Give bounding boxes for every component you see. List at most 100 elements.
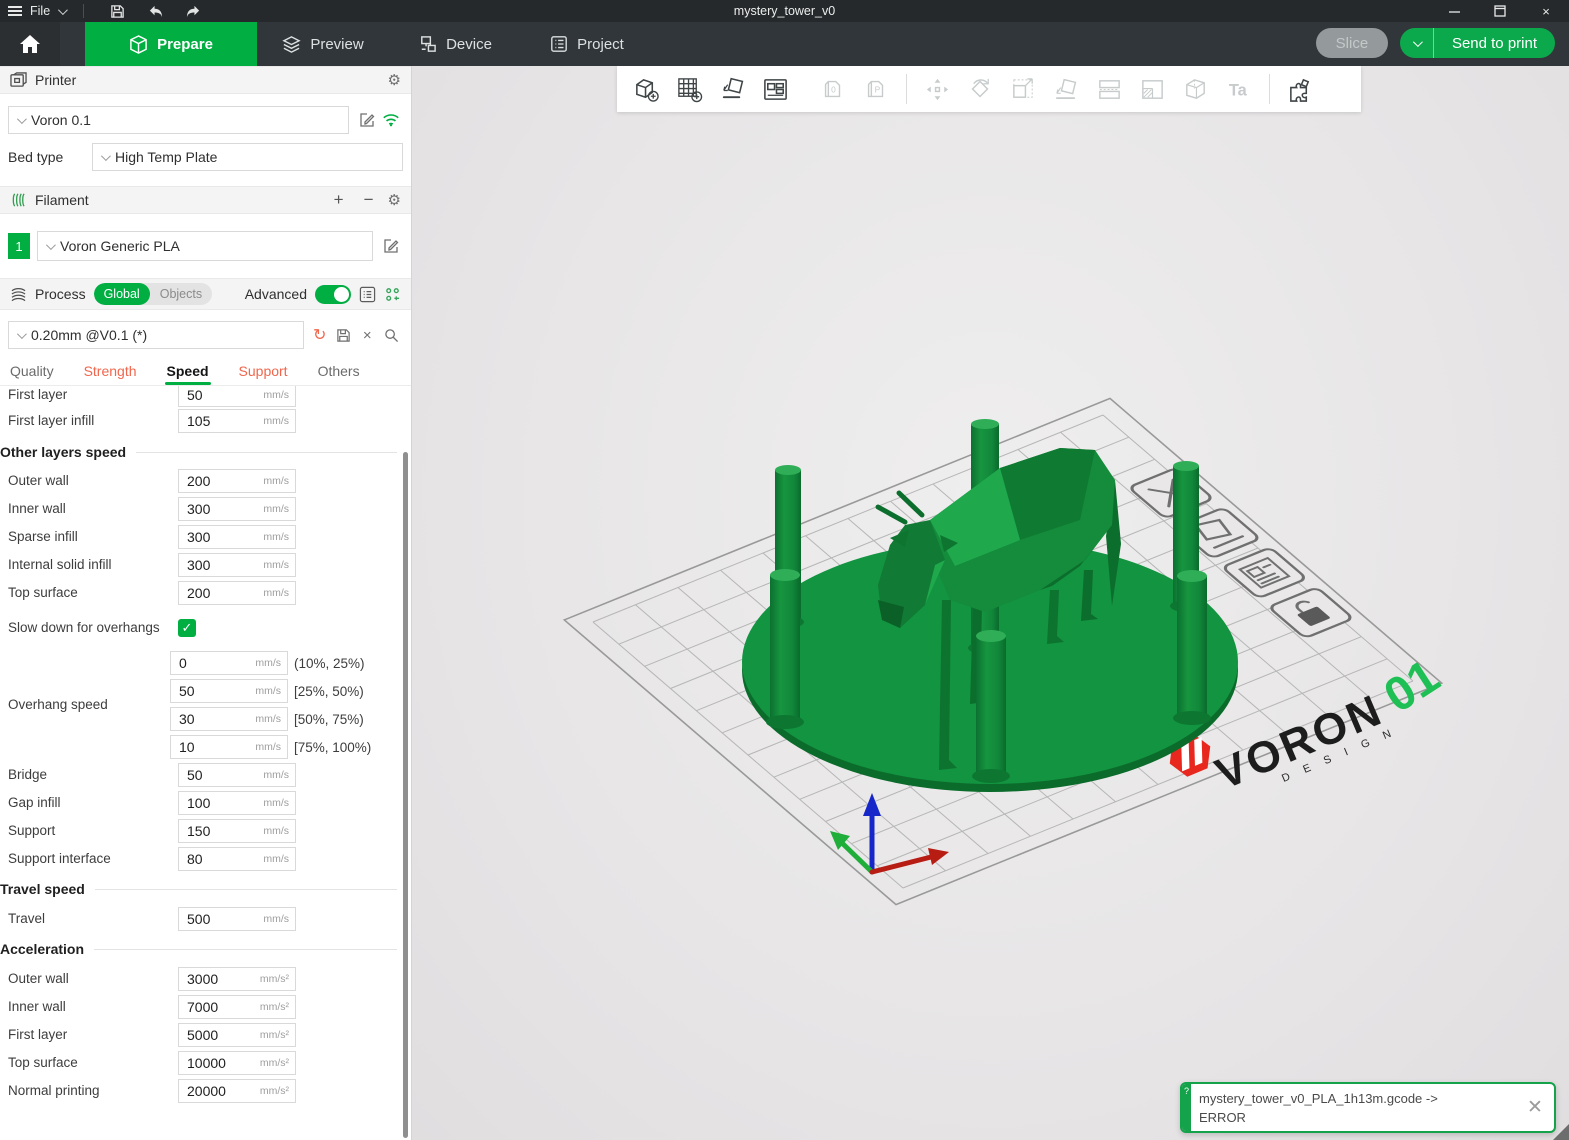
save-button[interactable] [102,0,132,22]
file-menu[interactable]: File [30,4,50,18]
tab-preview[interactable]: Preview [257,22,389,66]
add-text-button[interactable]: Ta [1217,69,1260,109]
support-interface-speed-input[interactable]: 80mm/s [178,847,296,871]
svg-text:Ta: Ta [1229,81,1248,99]
paste-button[interactable]: P [854,69,897,109]
printer-icon [10,72,27,88]
reset-profile-button[interactable]: ↻ [308,323,332,347]
clear-profile-button[interactable]: × [355,323,379,347]
inner-wall-speed-input[interactable]: 300mm/s [178,497,296,521]
lay-on-face-button[interactable] [1045,69,1088,109]
overhang-speed-3-input[interactable]: 30mm/s [170,707,288,731]
scope-global[interactable]: Global [94,283,150,305]
overhang-speed-1-input[interactable]: 0mm/s [170,651,288,675]
first-layer-infill-speed-input[interactable]: 105mm/s [178,409,296,433]
tab-others[interactable]: Others [318,363,360,385]
travel-speed-input[interactable]: 500mm/s [178,907,296,931]
process-section-header: Process Global Objects Advanced [0,278,411,310]
auto-orient-button[interactable] [711,69,754,109]
outer-wall-accel-input[interactable]: 3000mm/s² [178,967,296,991]
toast-close-button[interactable]: ✕ [1516,1084,1554,1131]
window-title: mystery_tower_v0 [0,4,1569,18]
chevron-down-icon[interactable] [58,5,68,15]
search-settings-button[interactable] [379,323,403,347]
arrange-button[interactable] [754,69,797,109]
assembly-button[interactable] [1279,69,1322,109]
top-surface-speed-input[interactable]: 200mm/s [178,581,296,605]
minimize-button[interactable] [1431,0,1477,22]
parameter-list-icon[interactable] [359,286,376,303]
plate-delete-icon[interactable] [1129,468,1214,519]
tab-device[interactable]: Device [389,22,521,66]
support-speed-input[interactable]: 150mm/s [178,819,296,843]
sparse-infill-speed-input[interactable]: 300mm/s [178,525,296,549]
bed-type-select[interactable]: High Temp Plate [92,143,403,171]
rotate-button[interactable] [959,69,1002,109]
split-to-objects-button[interactable] [1088,69,1131,109]
menu-icon[interactable] [8,4,22,18]
outer-wall-speed-input[interactable]: 200mm/s [178,469,296,493]
internal-solid-infill-speed-input[interactable]: 300mm/s [178,553,296,577]
tab-quality[interactable]: Quality [10,363,54,385]
split-to-objects-icon [1096,76,1123,103]
first-layer-speed-input[interactable]: 50mm/s [178,385,296,407]
scale-icon [1010,76,1037,103]
normal-printing-accel-input[interactable]: 20000mm/s² [178,1079,296,1103]
home-button[interactable] [0,22,60,66]
slice-button[interactable]: Slice [1316,28,1388,58]
printer-section-header: Printer ⚙ [0,66,411,94]
plate-lock-icon[interactable] [1268,587,1353,638]
save-profile-button[interactable] [332,323,356,347]
remove-filament-button[interactable]: − [358,190,380,210]
tab-speed[interactable]: Speed [167,363,209,385]
tab-support[interactable]: Support [239,363,288,385]
printer-connection-button[interactable] [379,108,403,132]
process-profile-select[interactable]: 0.20mm @V0.1 (*) [8,321,304,349]
gcode-error-toast: ? mystery_tower_v0_PLA_1h13m.gcode -> ER… [1180,1082,1556,1133]
process-scope-toggle[interactable]: Global Objects [94,283,213,305]
advanced-toggle[interactable] [315,285,351,304]
tab-prepare[interactable]: Prepare [85,22,257,66]
section-acceleration: Acceleration [0,933,411,965]
printer-settings-gear-icon[interactable]: ⚙ [388,71,401,89]
filament-settings-gear-icon[interactable]: ⚙ [388,191,401,209]
viewport-3d[interactable]: 0 P Ta [412,66,1569,1140]
copy-button[interactable]: 0 [811,69,854,109]
top-surface-accel-input[interactable]: 10000mm/s² [178,1051,296,1075]
filament-select[interactable]: Voron Generic PLA [37,231,373,261]
slow-down-overhangs-checkbox[interactable]: ✓ [178,619,196,637]
undo-button[interactable] [140,0,170,22]
inner-wall-accel-input[interactable]: 7000mm/s² [178,995,296,1019]
overhang-speed-4-input[interactable]: 10mm/s [170,735,288,759]
tab-project[interactable]: Project [521,22,653,66]
printer-select[interactable]: Voron 0.1 [8,106,349,134]
panel-scrollbar[interactable] [403,452,408,1138]
gap-infill-speed-input[interactable]: 100mm/s [178,791,296,815]
edit-printer-button[interactable] [355,108,379,132]
add-plate-button[interactable] [668,69,711,109]
scope-objects[interactable]: Objects [150,283,212,305]
add-model-icon [633,76,660,103]
redo-button[interactable] [178,0,208,22]
bridge-speed-input[interactable]: 50mm/s [178,763,296,787]
tab-strength[interactable]: Strength [84,363,137,385]
chevron-down-icon [101,151,111,161]
scale-button[interactable] [1002,69,1045,109]
send-to-print-button[interactable]: Send to print [1400,28,1555,58]
close-button[interactable]: × [1523,0,1569,22]
build-plate-scene[interactable]: VORON D E S I G N 01 [412,66,1569,1140]
send-dropdown[interactable] [1400,28,1434,58]
plate-settings-icon[interactable] [1222,547,1307,598]
minimize-icon [1449,6,1460,17]
add-filament-button[interactable]: + [328,190,350,210]
first-layer-accel-input[interactable]: 5000mm/s² [178,1023,296,1047]
split-to-parts-button[interactable] [1131,69,1174,109]
maximize-button[interactable] [1477,0,1523,22]
add-model-button[interactable] [625,69,668,109]
parameter-table-icon[interactable] [384,286,401,303]
mesh-boolean-button[interactable] [1174,69,1217,109]
edit-filament-button[interactable] [379,234,403,258]
move-button[interactable] [916,69,959,109]
setting-row: Slow down for overhangs ✓ [0,607,411,649]
overhang-speed-2-input[interactable]: 50mm/s [170,679,288,703]
